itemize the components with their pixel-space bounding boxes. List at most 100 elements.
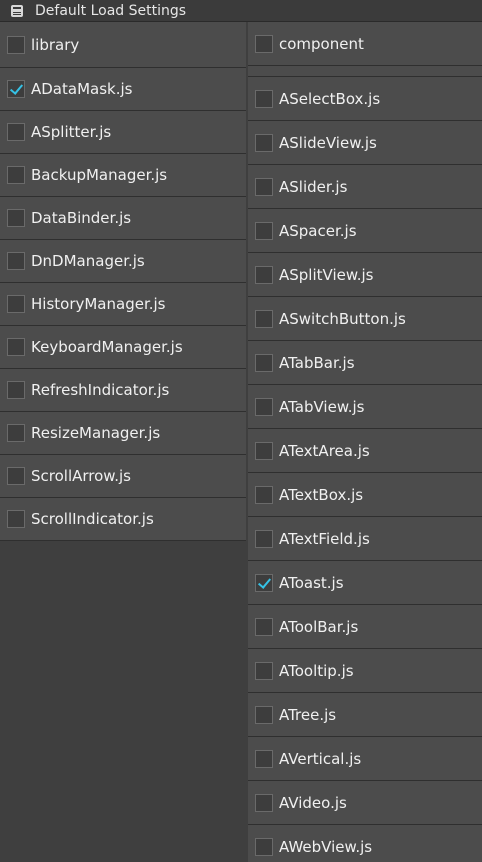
list-item-label: ScrollIndicator.js: [31, 510, 154, 528]
list-item[interactable]: KeyboardManager.js: [0, 326, 246, 369]
list-item[interactable]: ATextBox.js: [248, 473, 482, 517]
list-item[interactable]: ASelectBox.js: [248, 77, 482, 121]
checkbox[interactable]: [255, 89, 273, 108]
list-item-label: ResizeManager.js: [31, 424, 161, 442]
checkbox[interactable]: [7, 295, 25, 313]
list-item-label: ATabBar.js: [279, 353, 355, 372]
list-item-label: AToolBar.js: [279, 617, 359, 636]
library-label: library: [31, 35, 80, 54]
list-item-label: ASlider.js: [279, 177, 348, 196]
checkbox[interactable]: [7, 338, 25, 356]
checkbox[interactable]: [255, 221, 273, 240]
checkbox[interactable]: [7, 510, 25, 528]
list-item-label: ASplitter.js: [31, 123, 112, 141]
component-label: component: [279, 34, 364, 53]
list-item-label: ATextField.js: [279, 529, 370, 548]
list-item-label: BackupManager.js: [31, 166, 168, 184]
checkbox[interactable]: [255, 441, 273, 460]
checkbox[interactable]: [255, 617, 273, 636]
checkbox[interactable]: [7, 467, 25, 485]
list-item[interactable]: BackupManager.js: [0, 154, 246, 197]
list-item[interactable]: AWebView.js: [248, 825, 482, 862]
list-item[interactable]: AToast.js: [248, 561, 482, 605]
list-item[interactable]: AVertical.js: [248, 737, 482, 781]
list-item-label: DataBinder.js: [31, 209, 132, 227]
checkbox[interactable]: [7, 166, 25, 184]
checkbox[interactable]: [255, 397, 273, 416]
list-item[interactable]: ASlideView.js: [248, 121, 482, 165]
list-window-icon: [11, 4, 23, 17]
checkbox[interactable]: [255, 353, 273, 372]
component-checkbox[interactable]: [255, 34, 273, 53]
checkbox[interactable]: [255, 705, 273, 724]
list-item-label: ScrollArrow.js: [31, 467, 131, 485]
list-item-label: ASplitView.js: [279, 265, 374, 284]
list-item-label: AWebView.js: [279, 837, 373, 856]
checkbox[interactable]: [7, 209, 25, 227]
list-divider: [248, 66, 482, 77]
list-item[interactable]: RefreshIndicator.js: [0, 369, 246, 412]
checkbox[interactable]: [255, 661, 273, 680]
library-column: library ADataMask.js ASplitter.js BackupMa…: [0, 22, 246, 541]
list-item[interactable]: ASwitchButton.js: [248, 297, 482, 341]
list-item[interactable]: ATextArea.js: [248, 429, 482, 473]
list-item[interactable]: ResizeManager.js: [0, 412, 246, 455]
checkbox-checked[interactable]: [7, 80, 25, 98]
list-item[interactable]: ScrollIndicator.js: [0, 498, 246, 541]
list-item[interactable]: DnDManager.js: [0, 240, 246, 283]
checkbox[interactable]: [255, 793, 273, 812]
checkbox[interactable]: [255, 133, 273, 152]
checkbox[interactable]: [7, 123, 25, 141]
list-item-label: KeyboardManager.js: [31, 338, 183, 356]
list-item[interactable]: ATextField.js: [248, 517, 482, 561]
list-item-label: HistoryManager.js: [31, 295, 166, 313]
list-item-label: ATextArea.js: [279, 441, 370, 460]
component-header-row[interactable]: component: [248, 22, 482, 66]
title-bar: Default Load Settings: [0, 0, 482, 22]
list-item-label: ATabView.js: [279, 397, 365, 416]
list-item-label: ATooltip.js: [279, 661, 354, 680]
list-item[interactable]: ATabView.js: [248, 385, 482, 429]
component-column: component ASelectBox.js ASlideView.js ASli…: [248, 22, 482, 862]
list-item[interactable]: AToolBar.js: [248, 605, 482, 649]
list-item[interactable]: ATabBar.js: [248, 341, 482, 385]
checkbox[interactable]: [255, 749, 273, 768]
list-item-label: ATree.js: [279, 705, 337, 724]
list-item-label: ASpacer.js: [279, 221, 357, 240]
library-checkbox[interactable]: [7, 35, 25, 54]
checkbox[interactable]: [255, 265, 273, 284]
checkbox[interactable]: [255, 309, 273, 328]
list-item-label: ADataMask.js: [31, 80, 133, 98]
list-item[interactable]: DataBinder.js: [0, 197, 246, 240]
list-item-label: ASwitchButton.js: [279, 309, 406, 328]
checkbox[interactable]: [255, 837, 273, 856]
list-item-label: AVideo.js: [279, 793, 347, 812]
list-item[interactable]: ASplitView.js: [248, 253, 482, 297]
library-header-row[interactable]: library: [0, 22, 246, 68]
list-item[interactable]: HistoryManager.js: [0, 283, 246, 326]
checkbox-checked[interactable]: [255, 573, 273, 592]
list-item[interactable]: ADataMask.js: [0, 68, 246, 111]
settings-window: Default Load Settings library ADataMask.…: [0, 0, 482, 862]
list-item[interactable]: ASplitter.js: [0, 111, 246, 154]
list-item[interactable]: ATooltip.js: [248, 649, 482, 693]
checkbox[interactable]: [255, 485, 273, 504]
list-item-label: ATextBox.js: [279, 485, 364, 504]
checkbox[interactable]: [7, 252, 25, 270]
list-item-label: ASlideView.js: [279, 133, 377, 152]
list-item[interactable]: ASpacer.js: [248, 209, 482, 253]
list-item[interactable]: ASlider.js: [248, 165, 482, 209]
window-title: Default Load Settings: [35, 2, 187, 19]
checkbox[interactable]: [7, 424, 25, 442]
list-item-label: RefreshIndicator.js: [31, 381, 170, 399]
checkbox[interactable]: [255, 529, 273, 548]
list-item-label: DnDManager.js: [31, 252, 145, 270]
list-item[interactable]: ScrollArrow.js: [0, 455, 246, 498]
list-item[interactable]: ATree.js: [248, 693, 482, 737]
list-item[interactable]: AVideo.js: [248, 781, 482, 825]
checkbox[interactable]: [7, 381, 25, 399]
list-item-label: AToast.js: [279, 573, 344, 592]
list-item-label: ASelectBox.js: [279, 89, 381, 108]
list-item-label: AVertical.js: [279, 749, 362, 768]
checkbox[interactable]: [255, 177, 273, 196]
